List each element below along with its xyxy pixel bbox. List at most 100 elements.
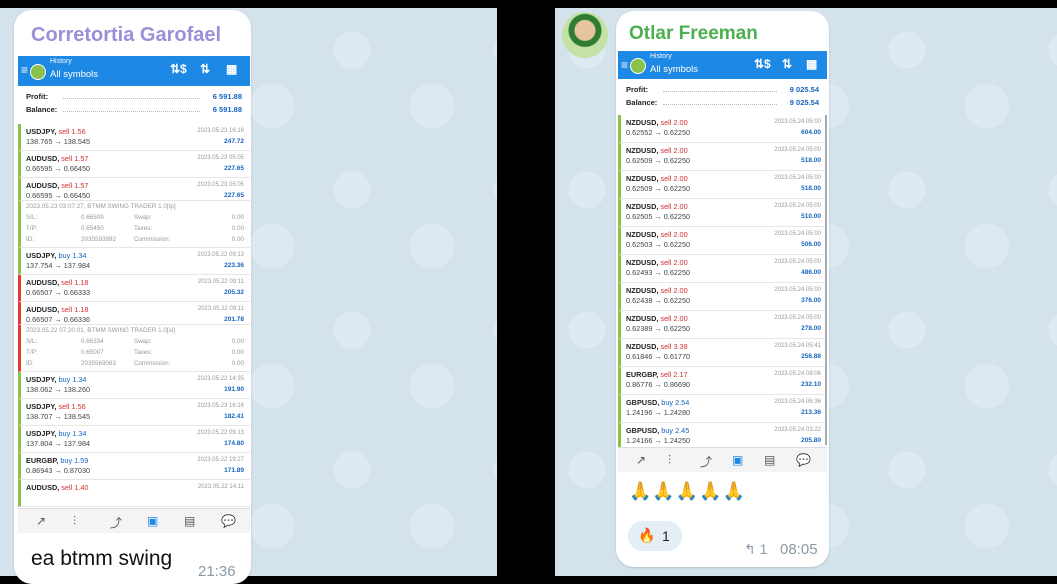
chat-icon[interactable]: 💬: [796, 453, 811, 467]
trade-row[interactable]: GBPUSD, buy 2.54 1.24196 → 1.24280 2023.05…: [618, 395, 827, 423]
news-icon[interactable]: ▤: [764, 453, 775, 467]
chart-icon[interactable]: ⤴: [110, 514, 122, 531]
trade-profit: 256.88: [801, 353, 821, 360]
sender-name[interactable]: Corretortia Garofael: [31, 24, 221, 47]
reply-count[interactable]: ↰ 1: [744, 541, 767, 558]
trade-profit: 201.78: [224, 316, 244, 323]
trade-icon[interactable]: ↗: [636, 453, 646, 467]
trade-row[interactable]: USDJPY, sell 1.56 138.765 → 138.545 2023.0…: [18, 124, 250, 151]
trade-row[interactable]: NZDUSD, sell 2.00 0.62493 → 0.62250 2023.0…: [618, 255, 827, 283]
trade-date: 2023.05.24 05:00: [774, 231, 821, 237]
trade-profit: 227.65: [224, 165, 244, 172]
trade-prices: 137.804 → 137.984: [26, 439, 91, 448]
avatar[interactable]: [562, 12, 608, 58]
trade-symbol: NZDUSD, sell 2.00: [626, 174, 688, 183]
summary-value: 6 591.88: [212, 92, 242, 101]
sort-icon[interactable]: ⇅: [200, 62, 210, 76]
trade-prices: 0.66595 → 0.66450: [26, 164, 91, 173]
symbol-name: AUDUSD,: [26, 305, 60, 314]
trade-symbol: USDJPY, buy 1.34: [26, 251, 86, 260]
trade-profit: 506.00: [801, 241, 821, 248]
history-icon[interactable]: ▣: [147, 514, 158, 528]
history-icon[interactable]: ▣: [732, 453, 743, 467]
trade-side: buy 1.59: [60, 456, 89, 465]
trade-list: USDJPY, sell 1.56 138.765 → 138.545 2023.0…: [18, 124, 250, 507]
detail-label: Swap:: [134, 214, 152, 221]
trade-row[interactable]: EURGBP, buy 1.59 0.86943 → 0.87030 2023.05…: [18, 453, 250, 480]
news-icon[interactable]: ▤: [184, 514, 195, 528]
trade-date: 2023.05.24 06:36: [774, 399, 821, 405]
symbol-name: AUDUSD,: [26, 181, 60, 190]
message-bubble-left[interactable]: Corretortia Garofael ≡ History All symbo…: [14, 10, 251, 584]
symbol-name: GBPUSD,: [626, 426, 660, 435]
trade-side: sell 2.00: [660, 230, 688, 239]
detail-value: 0.65007: [81, 349, 104, 356]
trade-side: buy 1.34: [58, 251, 87, 260]
menu-icon[interactable]: ≡: [21, 63, 28, 77]
trade-symbol: AUDUSD, sell 1.57: [26, 181, 88, 190]
trade-row[interactable]: AUDUSD, sell 1.18 0.66507 → 0.66336 2023.0…: [18, 302, 250, 325]
trade-row[interactable]: USDJPY, sell 1.56 138.707 → 138.545 2023.0…: [18, 399, 250, 426]
trade-row[interactable]: USDJPY, buy 1.34 137.804 → 137.984 2023.05…: [18, 426, 250, 453]
trade-row[interactable]: USDJPY, buy 1.34 137.754 → 137.984 2023.05…: [18, 248, 250, 275]
symbol-name: NZDUSD,: [626, 286, 659, 295]
trade-row[interactable]: USDJPY, buy 1.34 138.062 → 138.260 2023.05…: [18, 372, 250, 399]
swap-icon[interactable]: ⇅$: [170, 62, 187, 76]
trade-row[interactable]: AUDUSD, sell 1.18 0.66507 → 0.66333 2023.0…: [18, 275, 250, 302]
trade-profit: 191.90: [224, 386, 244, 393]
trade-icon[interactable]: ↗: [36, 514, 46, 528]
bottom-nav: ↗ ⫶ ⤴ ▣ ▤ 💬: [18, 508, 250, 533]
trade-row[interactable]: AUDUSD, sell 1.40 2023.05.22 14:11: [18, 480, 250, 507]
quotes-icon[interactable]: ⫶: [73, 514, 76, 529]
scrollbar[interactable]: [825, 115, 827, 445]
summary-row: Profit: 9 025.54: [618, 85, 827, 98]
trade-row[interactable]: NZDUSD, sell 2.00 0.62509 → 0.62250 2023.0…: [618, 143, 827, 171]
header-title: All symbols: [50, 69, 99, 80]
trade-row[interactable]: NZDUSD, sell 2.00 0.62438 → 0.62250 2023.0…: [618, 283, 827, 311]
trade-detail: 2023.05.23 03:07:27, BTMM SWING TRADER 1…: [18, 201, 250, 248]
chat-icon[interactable]: 💬: [221, 514, 236, 528]
summary-value: 9 025.54: [789, 98, 819, 107]
trade-side: sell 2.00: [660, 146, 688, 155]
emoji-row: 🙏🙏🙏🙏🙏: [629, 481, 747, 501]
detail-label: ID:: [26, 236, 35, 243]
trade-symbol: NZDUSD, sell 2.00: [626, 230, 688, 239]
calendar-icon[interactable]: ▦: [806, 57, 817, 71]
sort-icon[interactable]: ⇅: [782, 57, 792, 71]
quotes-icon[interactable]: ⫶: [668, 453, 671, 468]
trade-prices: 0.66507 → 0.66333: [26, 288, 91, 297]
detail-label: T/P:: [26, 349, 38, 356]
trade-profit: 604.00: [801, 129, 821, 136]
chart-icon[interactable]: ⤴: [700, 453, 712, 470]
trade-row[interactable]: AUDUSD, sell 1.57 0.66595 → 0.66450 2023.0…: [18, 151, 250, 178]
screenshot-image[interactable]: ≡ History All symbols ⇅$ ⇅ ▦ Profit: 6 59…: [18, 56, 250, 538]
trade-symbol: NZDUSD, sell 2.00: [626, 118, 688, 127]
trade-row[interactable]: NZDUSD, sell 2.00 0.62503 → 0.62250 2023.0…: [618, 227, 827, 255]
trade-profit: 174.80: [224, 440, 244, 447]
trade-row[interactable]: NZDUSD, sell 2.00 0.62389 → 0.62250 2023.0…: [618, 311, 827, 339]
trade-row[interactable]: NZDUSD, sell 3.38 0.61846 → 0.61770 2023.0…: [618, 339, 827, 367]
message-bubble-right[interactable]: Otlar Freeman ≡ History All symbols ⇅$ ⇅…: [616, 11, 829, 567]
trade-row[interactable]: NZDUSD, sell 2.00 0.62552 → 0.62250 2023.0…: [618, 115, 827, 143]
trade-prices: 0.62389 → 0.62250: [626, 324, 691, 333]
trade-symbol: EURGBP, sell 2.17: [626, 370, 688, 379]
menu-icon[interactable]: ≡: [621, 58, 628, 72]
trade-side: sell 2.00: [660, 174, 688, 183]
calendar-icon[interactable]: ▦: [226, 62, 237, 76]
trade-side: sell 1.18: [61, 305, 89, 314]
fire-icon: 🔥: [638, 527, 656, 543]
sender-name[interactable]: Otlar Freeman: [629, 23, 758, 45]
reaction-fire[interactable]: 🔥 1: [628, 521, 682, 551]
trade-row[interactable]: NZDUSD, sell 2.00 0.62505 → 0.62250 2023.0…: [618, 199, 827, 227]
header-subtitle: History: [650, 53, 672, 60]
trade-row[interactable]: EURGBP, sell 2.17 0.86776 → 0.86690 2023.0…: [618, 367, 827, 395]
trade-side: sell 1.57: [61, 181, 89, 190]
trade-row[interactable]: NZDUSD, sell 2.00 0.62509 → 0.62250 2023.0…: [618, 171, 827, 199]
symbol-name: EURGBP,: [626, 370, 659, 379]
detail-value: 0.00: [231, 349, 244, 356]
swap-icon[interactable]: ⇅$: [754, 57, 771, 71]
trade-row[interactable]: AUDUSD, sell 1.57 0.66595 → 0.66450 2023.0…: [18, 178, 250, 201]
trade-date: 2023.05.24 03:22: [774, 427, 821, 433]
screenshot-image[interactable]: ≡ History All symbols ⇅$ ⇅ ▦ Profit: 9 02…: [618, 51, 827, 483]
detail-header: 2023.05.22 07:20:01, BTMM SWING TRADER 1…: [26, 327, 175, 334]
